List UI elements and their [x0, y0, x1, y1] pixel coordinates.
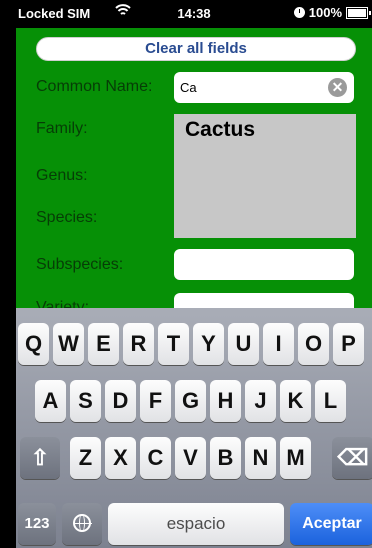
variety-field[interactable] — [174, 293, 354, 308]
shift-key[interactable]: ⇧ — [20, 437, 60, 479]
common-name-value: Ca — [180, 80, 197, 95]
key-v[interactable]: V — [175, 437, 206, 479]
species-label: Species: — [36, 209, 98, 226]
key-u[interactable]: U — [228, 323, 259, 365]
key-x[interactable]: X — [105, 437, 136, 479]
battery-icon — [346, 6, 371, 19]
subspecies-label: Subspecies: — [36, 256, 124, 273]
key-a[interactable]: A — [35, 380, 66, 422]
key-q[interactable]: Q — [18, 323, 49, 365]
numbers-key[interactable]: 123 — [18, 503, 56, 545]
battery-percent: 100% — [308, 5, 342, 20]
key-n[interactable]: N — [245, 437, 276, 479]
key-y[interactable]: Y — [193, 323, 224, 365]
suggestion-list: Cactus — [174, 114, 356, 238]
key-w[interactable]: W — [53, 323, 84, 365]
key-z[interactable]: Z — [70, 437, 101, 479]
battery-group: 100% — [293, 5, 371, 20]
space-key[interactable]: espacio — [108, 503, 284, 545]
app-screen: Locked SIM 14:38 100% Clear all fields C… — [16, 0, 372, 548]
accept-key[interactable]: Aceptar — [290, 503, 372, 545]
key-e[interactable]: E — [88, 323, 119, 365]
key-d[interactable]: D — [105, 380, 136, 422]
keyboard: ⇧ ⌫ 123 espacio Aceptar QWERTYUIOP ASDFGH… — [16, 308, 372, 548]
key-j[interactable]: J — [245, 380, 276, 422]
subspecies-field[interactable] — [174, 249, 354, 280]
key-c[interactable]: C — [140, 437, 171, 479]
genus-label: Genus: — [36, 167, 88, 184]
shift-icon: ⇧ — [30, 445, 50, 470]
globe-key[interactable] — [62, 503, 102, 545]
key-i[interactable]: I — [263, 323, 294, 365]
common-name-label: Common Name: — [36, 78, 153, 95]
key-s[interactable]: S — [70, 380, 101, 422]
clear-all-fields-button[interactable]: Clear all fields — [36, 37, 356, 61]
key-p[interactable]: P — [333, 323, 364, 365]
family-label: Family: — [36, 120, 88, 137]
delete-icon: ⌫ — [337, 445, 369, 470]
key-o[interactable]: O — [298, 323, 329, 365]
key-t[interactable]: T — [158, 323, 189, 365]
key-k[interactable]: K — [280, 380, 311, 422]
alarm-icon — [293, 7, 305, 18]
delete-key[interactable]: ⌫ — [332, 437, 372, 479]
key-r[interactable]: R — [123, 323, 154, 365]
key-h[interactable]: H — [210, 380, 241, 422]
key-g[interactable]: G — [175, 380, 206, 422]
suggestion-item[interactable]: Cactus — [185, 118, 255, 142]
key-f[interactable]: F — [140, 380, 171, 422]
key-l[interactable]: L — [315, 380, 346, 422]
globe-icon — [73, 514, 92, 533]
key-b[interactable]: B — [210, 437, 241, 479]
plant-form: Clear all fields Common Name: Ca ✕ Famil… — [16, 28, 372, 308]
key-m[interactable]: M — [280, 437, 311, 479]
common-name-field[interactable]: Ca ✕ — [174, 72, 354, 103]
variety-label: Variety: — [36, 299, 90, 308]
clear-text-icon[interactable]: ✕ — [328, 78, 347, 97]
status-bar: Locked SIM 14:38 100% — [16, 0, 372, 28]
